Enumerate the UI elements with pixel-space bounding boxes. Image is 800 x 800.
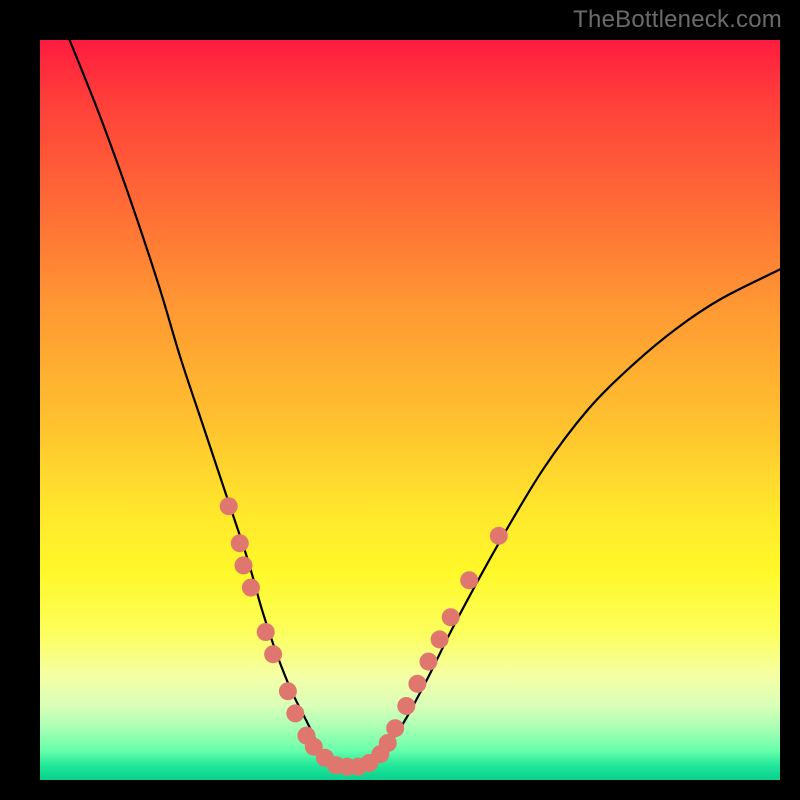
attribution-text: TheBottleneck.com: [573, 6, 782, 34]
data-marker: [231, 534, 249, 552]
chart-plot-area: [40, 40, 780, 780]
data-marker: [257, 623, 275, 641]
data-marker: [442, 608, 460, 626]
chart-svg: [40, 40, 780, 780]
data-marker: [242, 579, 260, 597]
data-marker: [220, 497, 238, 515]
data-marker: [235, 556, 253, 574]
data-marker: [420, 653, 438, 671]
data-marker: [386, 719, 404, 737]
data-marker: [460, 571, 478, 589]
data-marker: [264, 645, 282, 663]
data-marker: [286, 704, 304, 722]
marker-group: [220, 497, 508, 775]
data-marker: [279, 682, 297, 700]
data-marker: [431, 630, 449, 648]
chart-frame: TheBottleneck.com: [0, 0, 800, 800]
data-marker: [408, 675, 426, 693]
data-marker: [397, 697, 415, 715]
data-marker: [490, 527, 508, 545]
